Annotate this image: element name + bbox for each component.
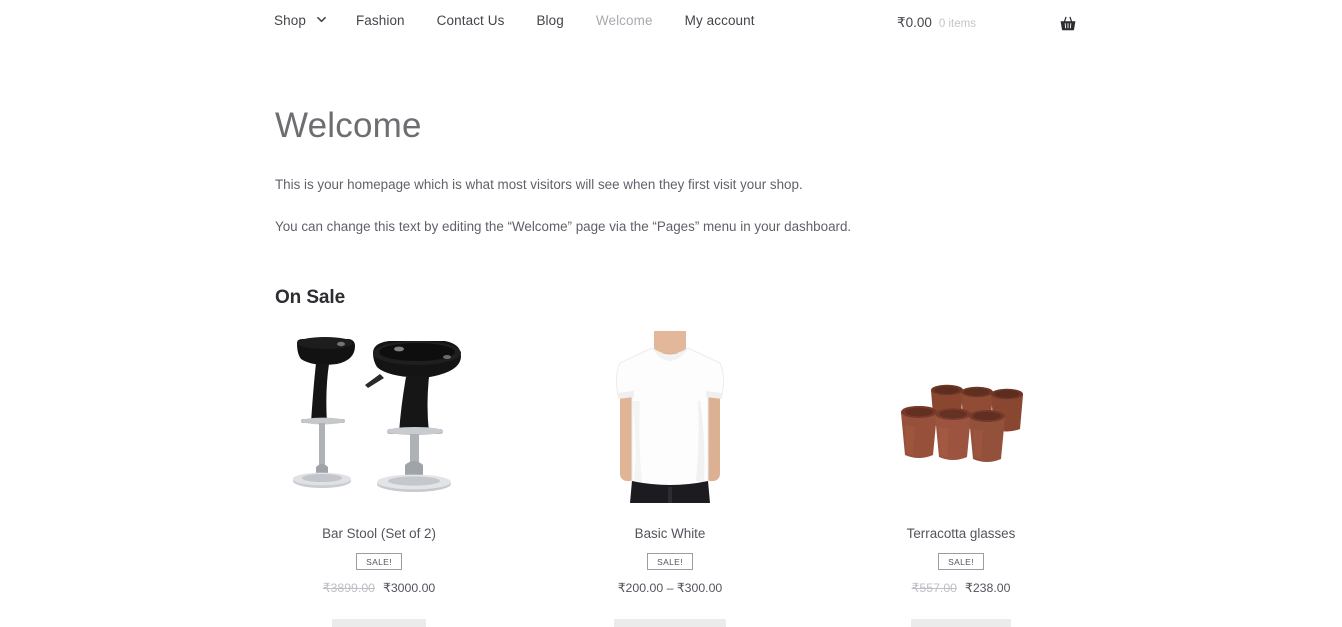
nav-item-welcome[interactable]: Welcome bbox=[596, 13, 653, 28]
add-to-cart-button[interactable]: Add to cart bbox=[332, 619, 426, 627]
nav-item-label: Blog bbox=[536, 13, 564, 28]
price-row: ₹200.00 – ₹300.00 bbox=[618, 581, 723, 595]
nav-item-my-account[interactable]: My account bbox=[685, 13, 755, 28]
product-title[interactable]: Basic White bbox=[635, 525, 706, 542]
nav-item-label: Contact Us bbox=[436, 13, 505, 28]
intro-paragraph-2: You can change this text by editing the … bbox=[275, 218, 852, 234]
product-title[interactable]: Bar Stool (Set of 2) bbox=[322, 525, 436, 542]
nav-item-label: Shop bbox=[274, 13, 306, 28]
nav-item-label: Fashion bbox=[355, 13, 405, 28]
price-sale: ₹238.00 bbox=[965, 581, 1011, 596]
page-title: Welcome bbox=[275, 106, 422, 145]
primary-navigation: Shop Fashion Contact Us Blog Welcome My … bbox=[274, 13, 755, 28]
sale-badge: SALE! bbox=[647, 552, 693, 571]
product-grid: Bar Stool (Set of 2) SALE! ₹3899.00 ₹300… bbox=[275, 331, 1065, 627]
terracotta-glasses-image[interactable] bbox=[871, 331, 1051, 503]
cart-summary[interactable]: ₹0.00 0 items bbox=[897, 15, 976, 31]
intro-paragraph-1: This is your homepage which is what most… bbox=[275, 177, 803, 193]
price-range: ₹200.00 – ₹300.00 bbox=[617, 581, 723, 596]
select-options-button[interactable]: Select options bbox=[614, 619, 726, 627]
white-tshirt-image[interactable] bbox=[580, 331, 760, 504]
product-card: Basic White SALE! ₹200.00 – ₹300.00 Sele… bbox=[566, 331, 774, 627]
cart-total-amount: ₹0.00 bbox=[897, 15, 932, 30]
nav-item-fashion[interactable]: Fashion bbox=[356, 13, 405, 28]
buy-product-button[interactable]: Buy product bbox=[910, 619, 1012, 627]
price-sale: ₹3000.00 bbox=[383, 581, 436, 596]
nav-item-label: My account bbox=[684, 13, 755, 28]
section-title-on-sale: On Sale bbox=[275, 287, 346, 309]
cart-item-count: 0 items bbox=[938, 18, 976, 30]
nav-item-shop[interactable]: Shop bbox=[274, 13, 326, 28]
price-row: ₹3899.00 ₹3000.00 bbox=[323, 581, 436, 595]
sale-badge: SALE! bbox=[356, 552, 402, 571]
sale-badge: SALE! bbox=[938, 552, 984, 571]
price-original: ₹557.00 bbox=[911, 581, 957, 596]
nav-item-contact-us[interactable]: Contact Us bbox=[437, 13, 505, 28]
price-row: ₹557.00 ₹238.00 bbox=[912, 581, 1011, 595]
bar-stools-image[interactable] bbox=[289, 331, 469, 503]
product-title[interactable]: Terracotta glasses bbox=[907, 525, 1016, 542]
content-container: Welcome This is your homepage which is w… bbox=[275, 46, 1065, 627]
chevron-down-icon[interactable] bbox=[317, 15, 326, 24]
nav-item-blog[interactable]: Blog bbox=[536, 13, 563, 28]
price-original: ₹3899.00 bbox=[322, 581, 375, 596]
nav-item-label: Welcome bbox=[595, 13, 653, 28]
product-card: Bar Stool (Set of 2) SALE! ₹3899.00 ₹300… bbox=[275, 331, 483, 627]
product-card: Terracotta glasses SALE! ₹557.00 ₹238.00… bbox=[857, 331, 1065, 627]
shopping-basket-icon[interactable] bbox=[1058, 14, 1078, 34]
site-header: Shop Fashion Contact Us Blog Welcome My … bbox=[0, 0, 1342, 46]
